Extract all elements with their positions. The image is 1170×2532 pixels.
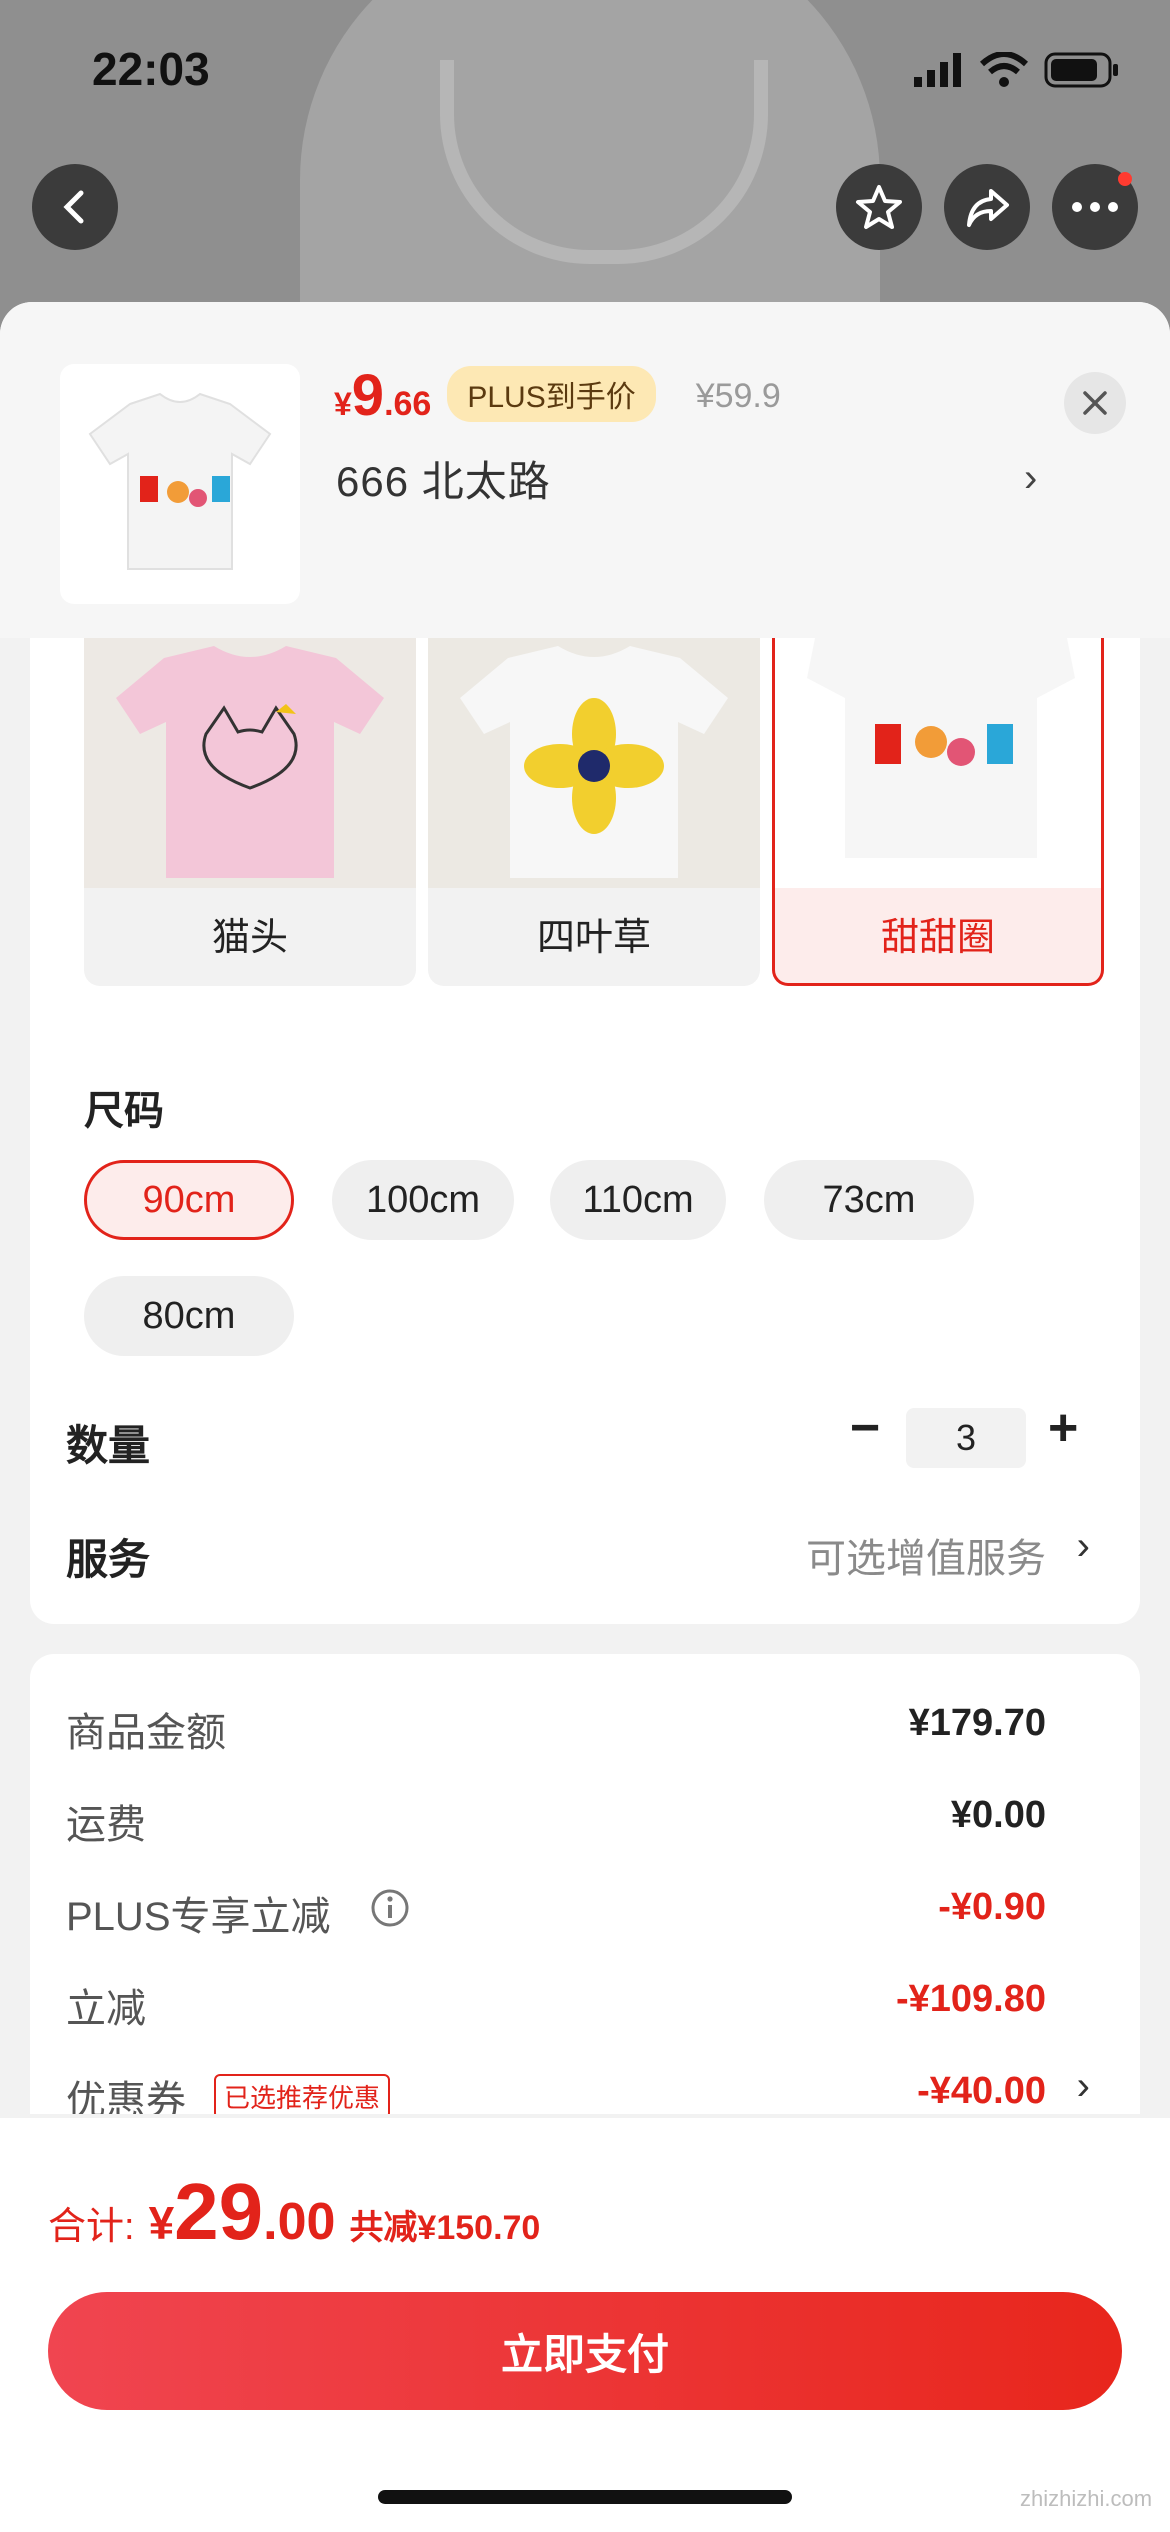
fee-label: 商品金额 <box>66 1711 226 1755</box>
fee-value: -¥0.90 <box>938 1886 1046 1928</box>
fee-value: ¥179.70 <box>908 1702 1046 1744</box>
variant-image <box>775 638 1101 888</box>
more-icon <box>1072 202 1118 212</box>
size-option-110[interactable]: 110cm <box>550 1160 726 1240</box>
price-decimal: .66 <box>384 385 432 423</box>
fee-label: 运费 <box>66 1803 146 1847</box>
price-currency: ¥ <box>334 386 352 422</box>
total-row: 合计: ¥ 29 .00 共减¥150.70 <box>48 2166 540 2258</box>
options-card: 猫头 四叶草 甜甜圈 尺码 90cm 100cm 110cm 73cm 80cm… <box>30 638 1140 1624</box>
star-icon <box>856 185 902 229</box>
chevron-right-icon[interactable]: › <box>1024 456 1037 501</box>
home-indicator <box>378 2490 792 2504</box>
service-value[interactable]: 可选增值服务 <box>806 1526 1046 1584</box>
close-icon <box>1083 391 1107 415</box>
price-integer: 9 <box>351 363 385 428</box>
plus-price-tag: PLUS到手价 <box>447 366 656 422</box>
fee-label: 立减 <box>66 1987 146 2031</box>
more-button[interactable] <box>1052 164 1138 250</box>
status-icons <box>914 52 1120 88</box>
total-label: 合计: <box>48 2206 135 2248</box>
share-button[interactable] <box>944 164 1030 250</box>
price-row: ¥ 9 .66 PLUS到手价 ¥59.9 <box>334 362 781 430</box>
quantity-plus-button[interactable]: + <box>1048 1398 1078 1458</box>
quantity-input[interactable]: 3 <box>906 1408 1026 1468</box>
share-icon <box>967 189 1009 227</box>
coupon-label: 优惠券 <box>66 2079 186 2114</box>
close-button[interactable] <box>1064 372 1126 434</box>
quantity-title: 数量 <box>66 1422 151 1469</box>
coupon-badge: 已选推荐优惠 <box>214 2074 391 2114</box>
variant-label: 猫头 <box>211 917 288 959</box>
signal-icon <box>914 53 961 87</box>
info-icon[interactable] <box>370 1888 410 1928</box>
variant-cat[interactable]: 猫头 <box>84 638 416 986</box>
fee-label: PLUS专享立减 <box>66 1895 331 1939</box>
fee-value: ¥0.00 <box>950 1794 1046 1836</box>
size-option-90[interactable]: 90cm <box>84 1160 294 1240</box>
wifi-icon <box>980 52 1028 87</box>
chevron-right-icon[interactable]: › <box>1077 2064 1090 2109</box>
original-price: ¥59.9 <box>695 377 781 415</box>
fee-value: -¥109.80 <box>895 1978 1046 2020</box>
total-decimal: .00 <box>263 2193 336 2251</box>
variant-image <box>428 638 760 888</box>
size-option-80[interactable]: 80cm <box>84 1276 294 1356</box>
back-icon <box>63 190 84 224</box>
favorite-button[interactable] <box>836 164 922 250</box>
quantity-minus-button[interactable]: − <box>850 1398 880 1458</box>
variant-donut[interactable]: 甜甜圈 <box>772 638 1104 986</box>
notification-dot <box>1118 172 1132 186</box>
total-saved: 共减¥150.70 <box>349 2209 541 2247</box>
battery-icon <box>1044 52 1118 88</box>
variant-clover[interactable]: 四叶草 <box>428 638 760 986</box>
total-integer: 29 <box>174 2167 264 2256</box>
pay-now-button[interactable]: 立即支付 <box>48 2292 1122 2410</box>
variant-label: 四叶草 <box>536 917 651 959</box>
delivery-address[interactable]: 666 北太路 <box>336 448 551 509</box>
variant-image <box>84 638 416 888</box>
product-thumbnail <box>60 364 300 604</box>
price-breakdown-card: 商品金额 ¥179.70 运费 ¥0.00 PLUS专享立减 -¥0.90 立减… <box>30 1654 1140 2114</box>
coupon-value[interactable]: -¥40.00 <box>917 2070 1046 2113</box>
total-currency: ¥ <box>148 2197 175 2249</box>
chevron-right-icon[interactable]: › <box>1077 1524 1090 1569</box>
back-button[interactable] <box>32 164 118 250</box>
watermark: zhizhizhi.com <box>1020 2486 1153 2511</box>
status-time: 22:03 <box>92 43 210 95</box>
service-title: 服务 <box>66 1536 151 1583</box>
size-option-100[interactable]: 100cm <box>332 1160 514 1240</box>
size-option-73[interactable]: 73cm <box>764 1160 974 1240</box>
variant-label: 甜甜圈 <box>880 917 995 959</box>
size-title: 尺码 <box>84 1089 164 1133</box>
